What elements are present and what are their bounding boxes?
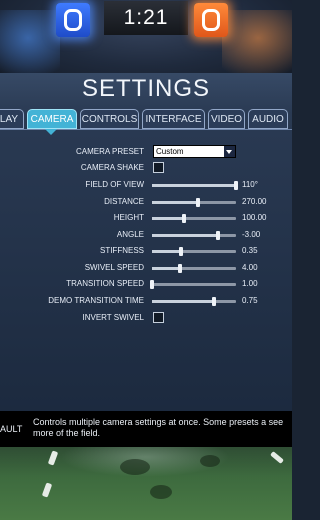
setting-label: TRANSITION SPEED: [66, 279, 144, 288]
orange-goal-glow: [222, 10, 292, 78]
tab-video[interactable]: VIDEO: [208, 109, 245, 129]
setting-value: 0.35: [242, 246, 258, 255]
setting-row-distance: DISTANCE 270.00: [0, 194, 292, 210]
setting-label: SWIVEL SPEED: [84, 263, 144, 272]
blue-team-score: 0: [56, 3, 90, 37]
tab-interface[interactable]: INTERFACE: [142, 109, 205, 129]
setting-label: FIELD OF VIEW: [85, 180, 144, 189]
tab-controls[interactable]: CONTROLS: [80, 109, 139, 129]
slider-handle[interactable]: [150, 280, 154, 289]
match-clock: 1:21: [104, 1, 188, 35]
swivel-speed-slider[interactable]: [152, 264, 236, 273]
setting-value: 110°: [242, 180, 258, 189]
slider-handle[interactable]: [196, 198, 201, 207]
slider-fill: [152, 234, 218, 237]
field-line-marking: [47, 450, 59, 466]
car-shadow: [200, 455, 220, 467]
setting-value: 1.00: [242, 279, 258, 288]
slider-handle[interactable]: [234, 181, 238, 190]
stiffness-slider[interactable]: [152, 247, 236, 256]
setting-row-invert-swivel: INVERT SWIVEL: [0, 310, 292, 326]
slider-fill: [152, 217, 184, 220]
active-tab-pointer: [45, 129, 57, 135]
camera-preset-value: Custom: [156, 147, 184, 156]
slider-handle[interactable]: [215, 231, 220, 240]
chevron-down-icon[interactable]: [224, 146, 235, 157]
tabs-divider: [0, 129, 292, 130]
setting-label: DISTANCE: [104, 197, 144, 206]
slider-handle[interactable]: [181, 214, 186, 223]
settings-panel: SETTINGS LAY CAMERA CONTROLS INTERFACE V…: [0, 73, 292, 411]
slider-fill: [152, 184, 236, 187]
distance-slider[interactable]: [152, 198, 236, 207]
setting-label: ANGLE: [116, 230, 144, 239]
setting-row-camera-shake: CAMERA SHAKE: [0, 160, 292, 176]
setting-row-demo-transition-time: DEMO TRANSITION TIME 0.75: [0, 293, 292, 309]
setting-value: 100.00: [242, 213, 267, 222]
car-shadow: [120, 459, 150, 475]
settings-tabs: LAY CAMERA CONTROLS INTERFACE VIDEO AUDI…: [0, 109, 292, 131]
setting-row-camera-preset: CAMERA PRESET Custom: [0, 144, 292, 160]
setting-value: 270.00: [242, 197, 267, 206]
setting-label: INVERT SWIVEL: [82, 313, 145, 322]
field-line-marking: [270, 451, 284, 464]
setting-row-height: HEIGHT 100.00: [0, 210, 292, 226]
slider-fill: [152, 300, 215, 303]
camera-preset-dropdown[interactable]: Custom: [153, 145, 236, 158]
angle-slider[interactable]: [152, 231, 236, 240]
scoreboard: 0 1:21 0: [0, 0, 292, 78]
setting-value: -3.00: [242, 230, 261, 239]
slider-handle[interactable]: [212, 297, 217, 306]
field-of-view-slider[interactable]: [152, 181, 238, 190]
tab-audio[interactable]: AUDIO: [248, 109, 288, 129]
setting-row-transition-speed: TRANSITION SPEED 1.00: [0, 276, 292, 292]
tab-camera[interactable]: CAMERA: [27, 109, 77, 129]
invert-swivel-checkbox[interactable]: [153, 312, 164, 323]
camera-shake-checkbox[interactable]: [153, 162, 164, 173]
orange-score-digit: [202, 9, 220, 31]
setting-label: CAMERA PRESET: [75, 147, 144, 156]
slider-fill: [152, 201, 199, 204]
slider-fill: [152, 267, 180, 270]
demo-transition-time-slider[interactable]: [152, 297, 236, 306]
blue-goal-glow: [0, 10, 60, 78]
arena-field: [0, 447, 292, 520]
setting-row-angle: ANGLE -3.00: [0, 227, 292, 243]
blue-score-digit: [64, 9, 82, 31]
setting-row-stiffness: STIFFNESS 0.35: [0, 243, 292, 259]
setting-label: HEIGHT: [113, 213, 144, 222]
setting-description-bar: AULT Controls multiple camera settings a…: [0, 411, 292, 447]
tab-gameplay[interactable]: LAY: [0, 109, 24, 129]
slider-handle[interactable]: [179, 247, 184, 256]
field-line-marking: [41, 482, 53, 498]
setting-value: 4.00: [242, 263, 258, 272]
setting-description-text: Controls multiple camera settings at onc…: [33, 417, 284, 438]
orange-team-score: 0: [194, 3, 228, 37]
slider-handle[interactable]: [177, 264, 182, 273]
transition-speed-slider[interactable]: [150, 280, 236, 289]
settings-title: SETTINGS: [81, 75, 210, 102]
setting-label: CAMERA SHAKE: [80, 163, 144, 172]
default-button-label[interactable]: AULT: [0, 424, 22, 434]
car-shadow: [150, 485, 172, 499]
setting-row-swivel-speed: SWIVEL SPEED 4.00: [0, 260, 292, 276]
slider-fill: [152, 250, 182, 253]
height-slider[interactable]: [152, 214, 236, 223]
setting-label: DEMO TRANSITION TIME: [48, 296, 144, 305]
setting-label: STIFFNESS: [99, 246, 144, 255]
setting-row-field-of-view: FIELD OF VIEW 110°: [0, 177, 292, 193]
setting-value: 0.75: [242, 296, 258, 305]
